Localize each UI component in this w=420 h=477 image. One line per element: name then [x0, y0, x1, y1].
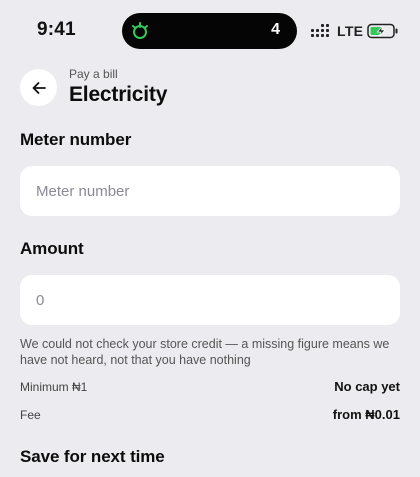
battery-charging-icon: [367, 23, 398, 39]
page-eyebrow: Pay a bill: [69, 67, 118, 81]
fee-row: Fee from ₦0.01: [20, 407, 400, 422]
island-count: 4: [271, 21, 280, 38]
island-app-icon: [132, 22, 148, 39]
meter-number-input[interactable]: [20, 166, 400, 216]
amount-input[interactable]: [20, 275, 400, 325]
amount-label: Amount: [20, 239, 84, 258]
network-label: LTE: [337, 23, 364, 39]
pay-bill-screen: 9:41 4 LTE Pay a bill Electricity Meter …: [0, 0, 420, 477]
back-button[interactable]: [20, 69, 57, 106]
signal-icon: [311, 24, 329, 37]
status-time: 9:41: [37, 19, 76, 40]
fee-value: from ₦0.01: [332, 407, 400, 422]
arrow-left-icon: [32, 81, 46, 94]
minimum-row: Minimum ₦1 No cap yet: [20, 379, 400, 394]
meter-number-label: Meter number: [20, 130, 132, 149]
fee-label: Fee: [20, 408, 41, 422]
minimum-label: Minimum ₦1: [20, 380, 88, 394]
dynamic-island[interactable]: 4: [122, 13, 297, 49]
cap-value: No cap yet: [334, 379, 400, 394]
page-title: Electricity: [69, 83, 168, 106]
store-credit-notice: We could not check your store credit — a…: [20, 337, 390, 367]
save-for-next-time-label: Save for next time: [20, 447, 165, 466]
